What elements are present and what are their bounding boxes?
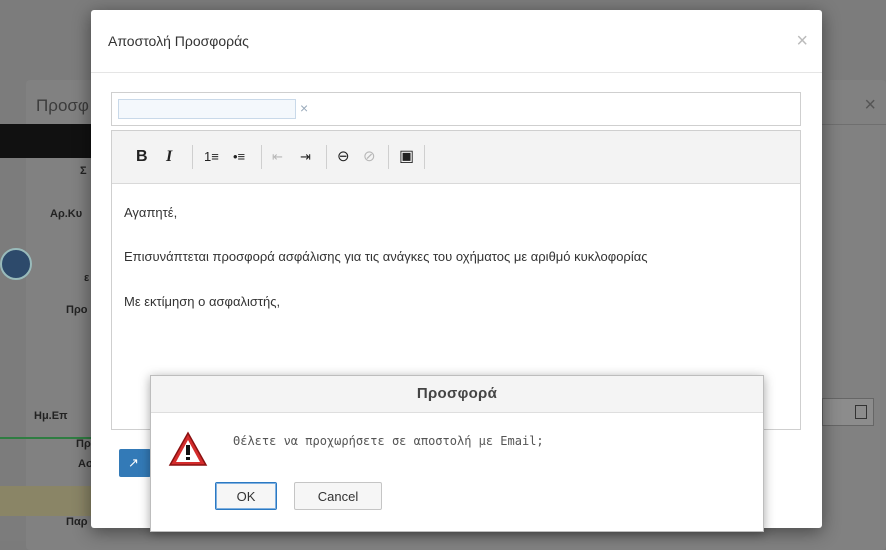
recipient-input[interactable] — [118, 99, 296, 119]
warning-icon — [168, 431, 208, 466]
modal-close-icon[interactable]: × — [796, 30, 808, 53]
toolbar-separator — [326, 145, 327, 169]
toolbar-separator — [192, 145, 193, 169]
toolbar-separator — [388, 145, 389, 169]
outdent-icon[interactable]: ⇤ — [272, 148, 283, 166]
background-label: Πρ — [76, 438, 91, 450]
italic-button[interactable]: I — [166, 148, 172, 166]
bold-button[interactable]: B — [136, 148, 148, 166]
confirm-header: Προσφορά — [151, 376, 763, 413]
modal-title: Αποστολή Προσφοράς — [108, 33, 249, 49]
image-icon[interactable]: ▣ — [399, 148, 414, 166]
modal-header: Αποστολή Προσφοράς × — [91, 10, 822, 73]
ok-button[interactable]: OK — [215, 482, 277, 510]
email-signoff: Με εκτίμηση ο ασφαλιστής, — [124, 294, 281, 309]
background-tan-field — [0, 486, 92, 516]
toolbar-separator — [424, 145, 425, 169]
confirm-title: Προσφορά — [416, 385, 498, 402]
background-circle-icon — [0, 248, 32, 280]
recipient-field[interactable]: × — [111, 92, 801, 126]
indent-icon[interactable]: ⇥ — [300, 148, 311, 166]
cancel-button[interactable]: Cancel — [294, 482, 382, 510]
link-icon[interactable]: ⊖ — [337, 148, 350, 166]
toolbar-separator — [261, 145, 262, 169]
background-black-bar — [0, 124, 92, 158]
email-greeting: Αγαπητέ, — [124, 205, 178, 220]
background-label: Παρ — [66, 516, 88, 528]
confirm-dialog: Προσφορά Θέλετε να προχωρήσετε σε αποστο… — [150, 375, 764, 532]
ordered-list-icon[interactable]: 1≡ — [204, 148, 219, 166]
background-label: ε — [84, 272, 90, 284]
send-email-button[interactable]: ↗ — [119, 449, 151, 477]
background-label: Προ — [66, 304, 88, 316]
calendar-icon — [855, 405, 867, 419]
unordered-list-icon[interactable]: •≡ — [233, 148, 245, 166]
background-label: Σ — [80, 165, 87, 177]
background-date-field — [822, 398, 874, 426]
confirm-message: Θέλετε να προχωρήσετε σε αποστολή με Ema… — [233, 434, 544, 448]
background-label: Αρ.Κυ — [50, 208, 83, 220]
recipient-clear-icon[interactable]: × — [300, 100, 308, 116]
background-label: Ημ.Επ — [34, 410, 68, 422]
unlink-icon[interactable]: ⊘ — [363, 148, 376, 166]
editor-toolbar: B I 1≡ •≡ ⇤ ⇥ ⊖ ⊘ ▣ — [112, 131, 800, 184]
background-dialog-title: Προσφ — [36, 96, 89, 115]
background-close-icon: × — [864, 94, 876, 116]
share-icon: ↗ — [128, 455, 139, 470]
email-body-line: Επισυνάπτεται προσφορά ασφάλισης για τις… — [124, 249, 648, 264]
